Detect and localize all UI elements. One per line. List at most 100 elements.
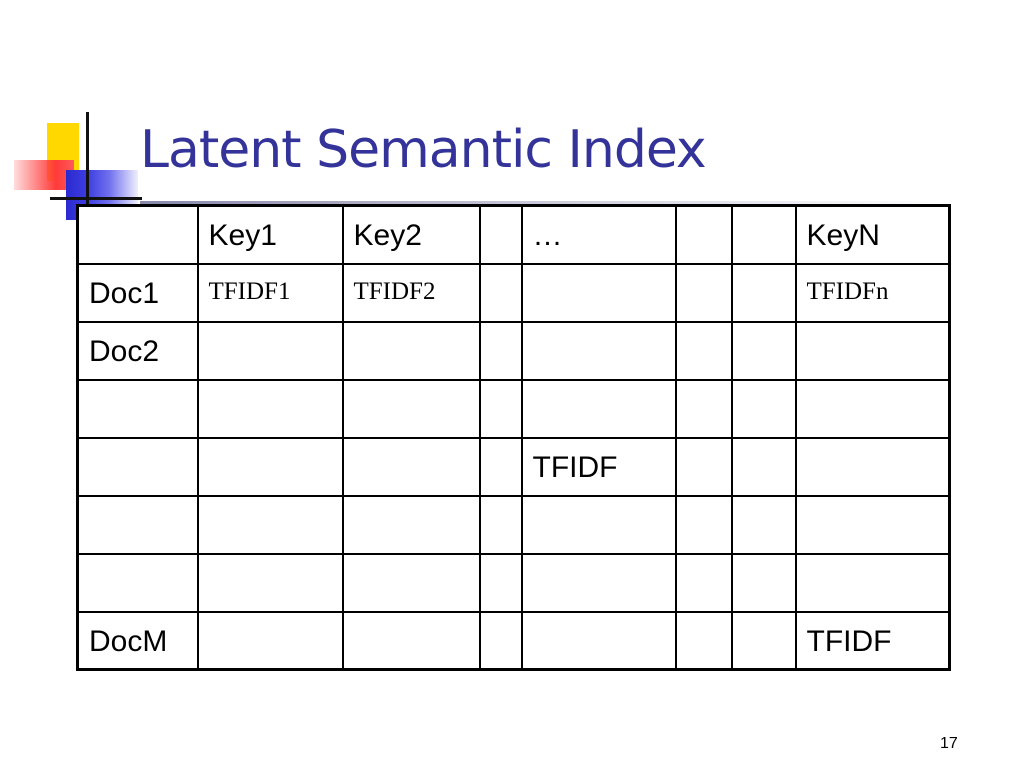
cell-value: [677, 439, 731, 453]
matrix-row: [76, 552, 951, 613]
matrix-cell: [730, 378, 797, 439]
matrix-cell: [730, 610, 797, 671]
matrix-cell: [478, 262, 523, 323]
matrix-cell: [341, 494, 481, 555]
row-label: [79, 439, 197, 453]
cell-value: [733, 555, 795, 569]
matrix-cell: [520, 610, 677, 671]
matrix-cell: [794, 378, 951, 439]
cell-value: [797, 497, 949, 511]
matrix-cell: [341, 610, 481, 671]
horizontal-line-decoration: [50, 197, 142, 200]
cell-value: [733, 439, 795, 453]
matrix-cell: [730, 436, 797, 497]
matrix-cell: TFIDF2: [341, 262, 481, 323]
matrix-cell: [196, 494, 344, 555]
matrix-cell: [196, 610, 344, 671]
row-label: [79, 381, 197, 395]
cell-value: [677, 613, 731, 627]
matrix-cell: [674, 494, 733, 555]
matrix-cell: [730, 494, 797, 555]
cell-value: [797, 439, 949, 453]
matrix-row: Doc1 TFIDF1 TFIDF2 TFIDFn: [76, 262, 951, 323]
matrix-cell: [794, 552, 951, 613]
cell-value: [677, 381, 731, 395]
cell-value: [523, 381, 675, 395]
row-label: DocM: [89, 624, 168, 658]
cell-value: [523, 323, 675, 337]
cell-value: [797, 381, 949, 395]
cell-value: [199, 381, 342, 395]
matrix-header-cell: [478, 204, 523, 265]
matrix-cell: [478, 494, 523, 555]
matrix-header-row: Key1 Key2 … KeyN: [76, 204, 951, 265]
matrix-cell: [674, 320, 733, 381]
cell-value: TFIDF1: [208, 277, 291, 305]
matrix-header-cell: …: [520, 204, 677, 265]
cell-value: [523, 265, 675, 279]
matrix-cell: [76, 494, 199, 555]
matrix-cell: [76, 552, 199, 613]
matrix-cell: [730, 320, 797, 381]
matrix-cell: [478, 610, 523, 671]
cell-value: [481, 555, 521, 569]
matrix-cell: [674, 436, 733, 497]
matrix-cell: [341, 436, 481, 497]
matrix-cell: [794, 320, 951, 381]
cell-value: [677, 497, 731, 511]
cell-value: [523, 555, 675, 569]
matrix-cell: [76, 436, 199, 497]
header-cell-text: [481, 207, 521, 221]
matrix-cell: [76, 378, 199, 439]
header-cell-text: KeyN: [806, 219, 880, 252]
cell-value: [344, 439, 479, 453]
matrix-cell: [196, 320, 344, 381]
matrix-cell: [520, 552, 677, 613]
matrix-header-cell: KeyN: [794, 204, 951, 265]
matrix-cell: [520, 378, 677, 439]
cell-value: [481, 613, 521, 627]
cell-value: [344, 555, 479, 569]
matrix-cell: [520, 320, 677, 381]
header-cell-text: Key1: [208, 219, 277, 252]
matrix-row: DocM TFIDF: [76, 610, 951, 671]
cell-value: [797, 555, 949, 569]
matrix-cell: [730, 552, 797, 613]
matrix-cell: TFIDF: [794, 610, 951, 671]
matrix-row: Doc2: [76, 320, 951, 381]
matrix-header-cell: [730, 204, 797, 265]
cell-value: [199, 497, 342, 511]
matrix-cell: TFIDF1: [196, 262, 344, 323]
matrix-cell: [730, 262, 797, 323]
matrix-cell: [341, 552, 481, 613]
matrix-cell: TFIDF: [520, 436, 677, 497]
matrix-cell: [674, 378, 733, 439]
row-label: [79, 497, 197, 511]
cell-value: [199, 439, 342, 453]
matrix-header-cell: [674, 204, 733, 265]
cell-value: [344, 613, 479, 627]
matrix-cell: Doc1: [76, 262, 199, 323]
cell-value: [481, 439, 521, 453]
matrix-header-cell: Key2: [341, 204, 481, 265]
cell-value: [481, 265, 521, 279]
matrix-cell: [674, 552, 733, 613]
matrix-row: [76, 378, 951, 439]
row-label: [79, 555, 197, 569]
cell-value: [344, 381, 479, 395]
cell-value: [733, 613, 795, 627]
matrix-cell: [520, 494, 677, 555]
term-document-matrix: Key1 Key2 … KeyN Doc1 TFIDF1 TFIDF2 TFID…: [76, 204, 951, 671]
cell-value: [523, 613, 675, 627]
matrix-cell: [196, 552, 344, 613]
cell-value: [733, 323, 795, 337]
cell-value: TFIDFn: [806, 277, 889, 305]
matrix-cell: [794, 436, 951, 497]
cell-value: [344, 497, 479, 511]
matrix-cell: [794, 494, 951, 555]
cell-value: [199, 613, 342, 627]
matrix-cell: [196, 378, 344, 439]
cell-value: [733, 497, 795, 511]
cell-value: [481, 497, 521, 511]
cell-value: [677, 265, 731, 279]
